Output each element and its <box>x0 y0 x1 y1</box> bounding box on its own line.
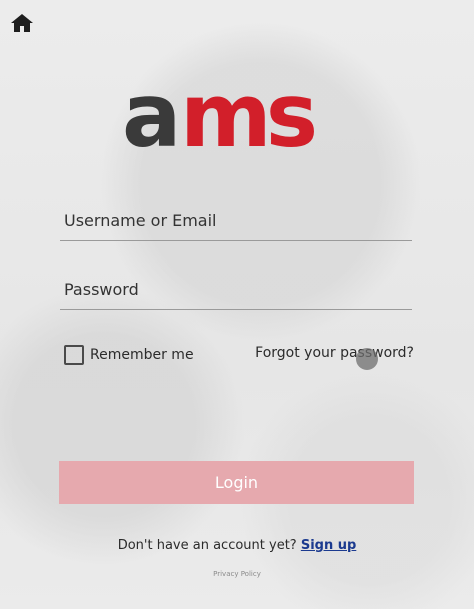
logo-letters-ms: ms <box>180 72 315 162</box>
username-input[interactable] <box>60 201 412 241</box>
signup-link[interactable]: Sign up <box>301 538 356 553</box>
home-button[interactable] <box>10 12 34 34</box>
no-account-text: Don't have an account yet? <box>117 538 301 553</box>
remember-me-label: Remember me <box>90 347 194 363</box>
password-input[interactable] <box>60 270 412 310</box>
logo-letter-a: a <box>122 72 177 162</box>
remember-me-checkbox[interactable] <box>64 345 84 365</box>
ams-logo: a ms <box>122 72 321 162</box>
home-icon <box>11 14 33 32</box>
forgot-password-link[interactable]: Forgot your password? <box>255 345 414 361</box>
signup-row: Don't have an account yet? Sign up <box>0 538 474 553</box>
login-button[interactable]: Login <box>59 461 414 504</box>
privacy-policy-link[interactable]: Privacy Policy <box>0 570 474 578</box>
cursor-indicator <box>356 348 378 370</box>
remember-me[interactable]: Remember me <box>64 344 194 366</box>
